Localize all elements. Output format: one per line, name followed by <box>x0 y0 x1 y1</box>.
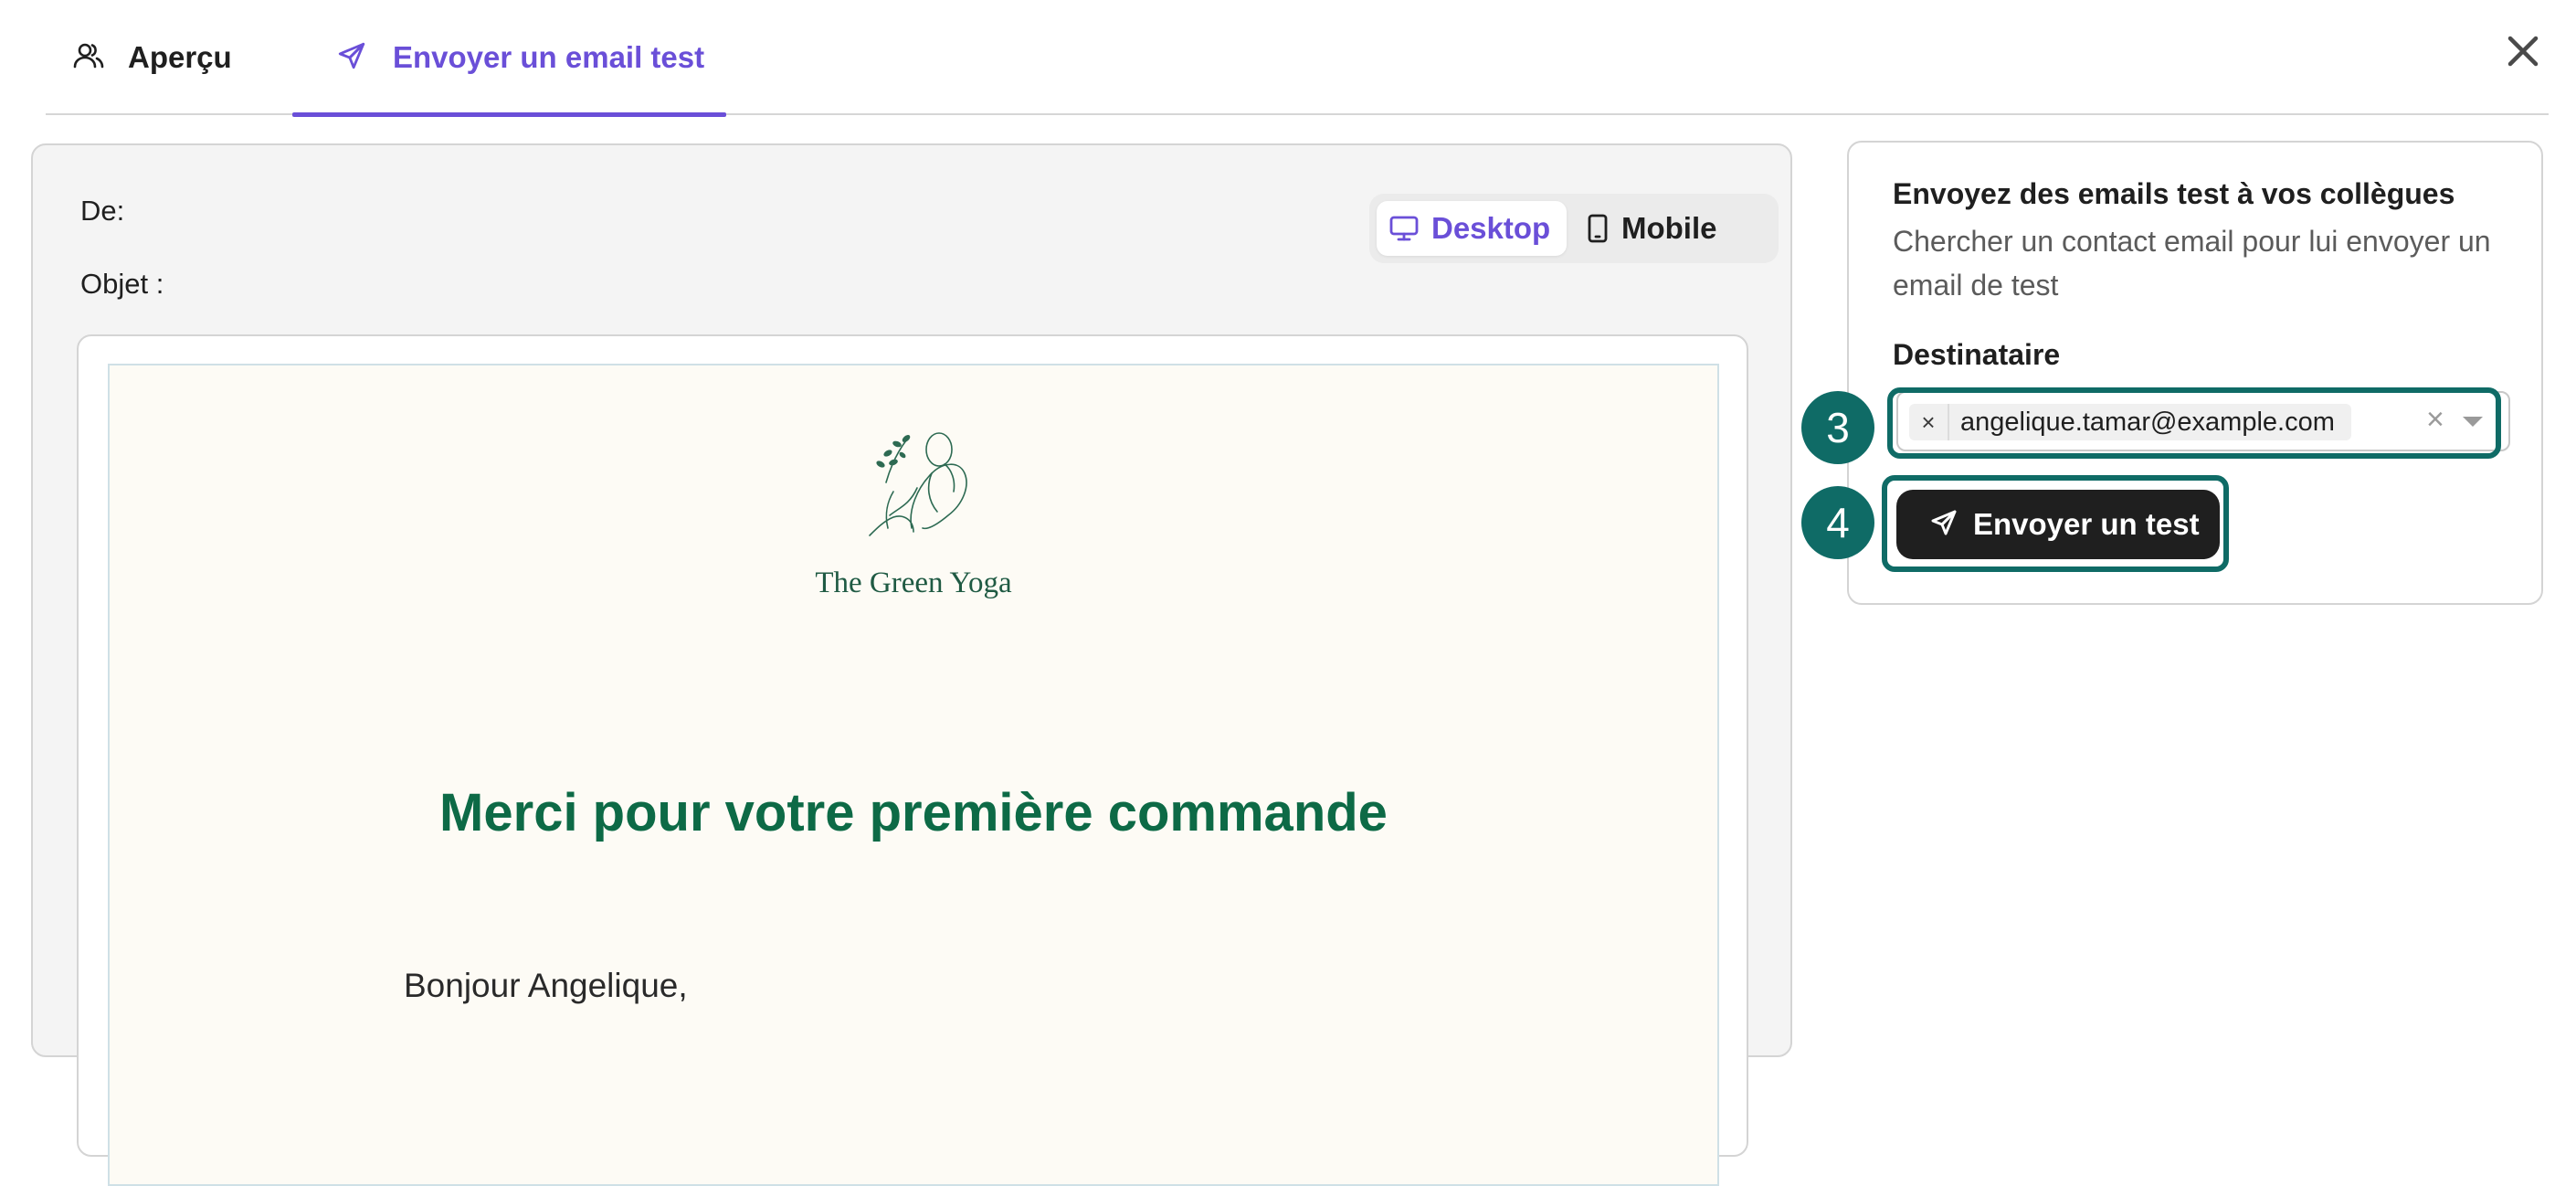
step-badge-4: 4 <box>1801 486 1874 559</box>
email-greeting: Bonjour Angelique, <box>404 967 688 1004</box>
desktop-toggle-button[interactable]: Desktop <box>1377 201 1567 256</box>
tab-envoyer-email-test-label: Envoyer un email test <box>393 40 705 74</box>
close-icon[interactable] <box>2501 29 2545 73</box>
panel-description: Chercher un contact email pour lui envoy… <box>1893 225 2491 302</box>
mobile-toggle-button[interactable]: Mobile <box>1574 201 1771 256</box>
mobile-label: Mobile <box>1621 211 1717 245</box>
subject-label: Objet : <box>80 268 164 300</box>
panel-title: Envoyez des emails test à vos collègues <box>1893 177 2455 210</box>
brand-name: The Green Yoga <box>815 567 1012 599</box>
device-toggle: Desktop Mobile <box>1369 194 1779 263</box>
monitor-icon <box>1389 215 1419 242</box>
paper-plane-icon <box>336 40 367 76</box>
email-title: Merci pour votre première commande <box>439 783 1388 842</box>
send-button-highlight <box>1882 475 2229 572</box>
email-preview-panel: De: Objet : Desktop Mobile The Green Yog… <box>31 143 1792 1186</box>
smartphone-icon <box>1587 214 1609 243</box>
recipient-label: Destinataire <box>1893 338 2061 371</box>
tab-envoyer-email-test[interactable]: Envoyer un email test <box>292 0 726 117</box>
step-badge-3: 3 <box>1801 391 1874 464</box>
desktop-label: Desktop <box>1431 211 1551 245</box>
users-icon <box>73 42 104 74</box>
tab-bar: Aperçu Envoyer un email test <box>46 0 2549 117</box>
recipient-highlight <box>1887 387 2501 459</box>
email-body: The Green Yoga Merci pour votre première… <box>108 364 1719 1186</box>
tab-apercu-label: Aperçu <box>128 40 232 74</box>
tab-apercu[interactable]: Aperçu <box>73 0 232 115</box>
from-label: De: <box>80 195 125 227</box>
email-frame: The Green Yoga Merci pour votre première… <box>77 334 1748 1186</box>
yoga-logo <box>853 428 981 546</box>
